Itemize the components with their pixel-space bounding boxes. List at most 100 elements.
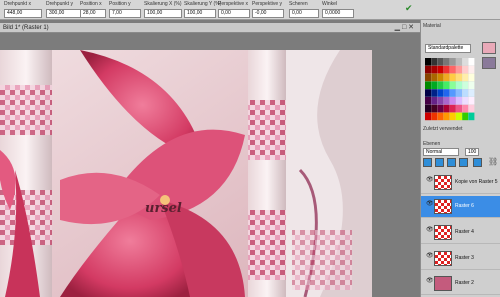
color-swatch[interactable] <box>443 89 450 97</box>
color-swatch[interactable] <box>456 65 462 74</box>
color-swatch[interactable] <box>431 65 438 74</box>
color-swatch[interactable] <box>443 58 450 66</box>
color-swatch[interactable] <box>449 112 456 121</box>
color-swatch[interactable] <box>462 73 469 82</box>
color-swatch[interactable] <box>462 58 469 66</box>
color-swatch[interactable] <box>431 97 438 105</box>
color-swatch[interactable] <box>431 73 438 82</box>
color-swatch[interactable] <box>456 112 462 121</box>
shear-field[interactable]: Scheren 0,00 <box>289 1 319 19</box>
color-swatch[interactable] <box>425 97 431 105</box>
color-swatch[interactable] <box>468 97 475 105</box>
layer-row-raster-2[interactable]: 👁 Raster 2 <box>421 273 500 295</box>
angle-field[interactable]: Winkel 0,0000 <box>322 1 354 19</box>
color-swatch[interactable] <box>425 89 431 97</box>
color-swatch[interactable] <box>456 58 462 66</box>
angle-input[interactable]: 0,0000 <box>322 9 354 18</box>
color-swatch[interactable] <box>456 73 462 82</box>
color-swatch[interactable] <box>449 58 456 66</box>
color-swatch[interactable] <box>425 104 431 113</box>
color-swatch[interactable] <box>425 81 431 89</box>
layer-row-kopie-raster-5[interactable]: 👁 Kopie von Raster 5 <box>421 172 500 194</box>
color-swatch[interactable] <box>437 104 444 113</box>
mask-icon[interactable] <box>435 158 444 167</box>
color-swatch[interactable] <box>437 73 444 82</box>
close-icon[interactable]: ✕ <box>408 24 414 31</box>
perspective-x-input[interactable]: 0,00 <box>218 9 250 18</box>
color-swatch[interactable] <box>437 97 444 105</box>
visibility-icon[interactable]: 👁 <box>426 200 434 207</box>
pivot-y-input[interactable]: 300,00 <box>46 9 84 18</box>
color-swatch[interactable] <box>449 97 456 105</box>
color-swatch[interactable] <box>431 58 438 66</box>
color-swatch[interactable] <box>437 81 444 89</box>
color-swatch[interactable] <box>431 112 438 121</box>
color-swatch[interactable] <box>431 104 438 113</box>
visibility-icon[interactable]: 👁 <box>426 252 434 259</box>
palette-select[interactable]: Standardpalette <box>425 44 471 53</box>
color-swatch[interactable] <box>437 58 444 66</box>
visibility-icon[interactable]: 👁 <box>426 176 434 183</box>
color-swatch[interactable] <box>431 81 438 89</box>
position-y-field[interactable]: Position y 7,00 <box>109 1 141 19</box>
color-swatch[interactable] <box>468 89 475 97</box>
maximize-icon[interactable]: □ <box>402 24 406 31</box>
image-canvas[interactable]: ursel <box>0 50 372 297</box>
color-swatch[interactable] <box>449 65 456 74</box>
color-swatch[interactable] <box>425 73 431 82</box>
color-swatch[interactable] <box>443 81 450 89</box>
color-swatch[interactable] <box>456 89 462 97</box>
color-swatch[interactable] <box>443 112 450 121</box>
color-swatch[interactable] <box>443 65 450 74</box>
pivot-y-field[interactable]: Drehpunkt y 300,00 <box>46 1 84 19</box>
color-swatch[interactable] <box>443 104 450 113</box>
visibility-icon[interactable]: 👁 <box>426 277 434 284</box>
color-swatch[interactable] <box>456 104 462 113</box>
pivot-x-input[interactable]: 448,00 <box>4 9 42 18</box>
color-swatch[interactable] <box>462 65 469 74</box>
scale-x-field[interactable]: Skalierung X (%) 100,00 <box>144 1 182 19</box>
fg-bg-colors[interactable] <box>482 42 498 70</box>
opacity-input[interactable]: 100 <box>465 148 479 156</box>
color-swatch[interactable] <box>425 112 431 121</box>
color-swatch[interactable] <box>449 73 456 82</box>
visibility-icon[interactable]: 👁 <box>426 226 434 233</box>
new-layer-icon[interactable] <box>423 158 432 167</box>
color-swatch[interactable] <box>443 73 450 82</box>
scale-x-input[interactable]: 100,00 <box>144 9 182 18</box>
perspective-x-field[interactable]: Perspektive x 0,00 <box>218 1 250 19</box>
color-swatch[interactable] <box>462 97 469 105</box>
perspective-y-input[interactable]: -0,00 <box>252 9 284 18</box>
color-swatch[interactable] <box>437 112 444 121</box>
scale-y-field[interactable]: Skalierung Y (%) 100,00 <box>184 1 221 19</box>
color-swatch[interactable] <box>462 81 469 89</box>
color-swatch[interactable] <box>425 65 431 74</box>
color-swatch[interactable] <box>468 65 475 74</box>
shear-input[interactable]: 0,00 <box>289 9 319 18</box>
color-swatch[interactable] <box>468 112 475 121</box>
pivot-x-field[interactable]: Drehpunkt x 448,00 <box>4 1 42 19</box>
layer-row-raster-3[interactable]: 👁 Raster 3 <box>421 248 500 270</box>
color-swatch[interactable] <box>468 73 475 82</box>
color-swatch[interactable] <box>437 65 444 74</box>
color-swatch[interactable] <box>449 104 456 113</box>
adjustment-layer-icon[interactable] <box>447 158 456 167</box>
perspective-y-field[interactable]: Perspektive y -0,00 <box>252 1 284 19</box>
color-swatch[interactable] <box>443 97 450 105</box>
color-swatch[interactable] <box>468 104 475 113</box>
blend-mode-select[interactable]: Normal <box>423 148 459 156</box>
apply-icon[interactable]: ✔ <box>405 3 413 14</box>
color-swatch[interactable] <box>468 58 475 66</box>
color-swatch[interactable] <box>431 89 438 97</box>
position-x-input[interactable]: 28,00 <box>80 9 106 18</box>
color-swatch[interactable] <box>449 89 456 97</box>
effects-icon[interactable] <box>473 158 482 167</box>
scale-y-input[interactable]: 100,00 <box>184 9 216 18</box>
background-color[interactable] <box>482 57 496 69</box>
color-swatches[interactable] <box>425 58 475 122</box>
color-swatch[interactable] <box>425 58 431 66</box>
link-icon[interactable]: ⛓ <box>488 157 498 166</box>
color-swatch[interactable] <box>462 104 469 113</box>
color-swatch[interactable] <box>456 97 462 105</box>
color-swatch[interactable] <box>462 89 469 97</box>
